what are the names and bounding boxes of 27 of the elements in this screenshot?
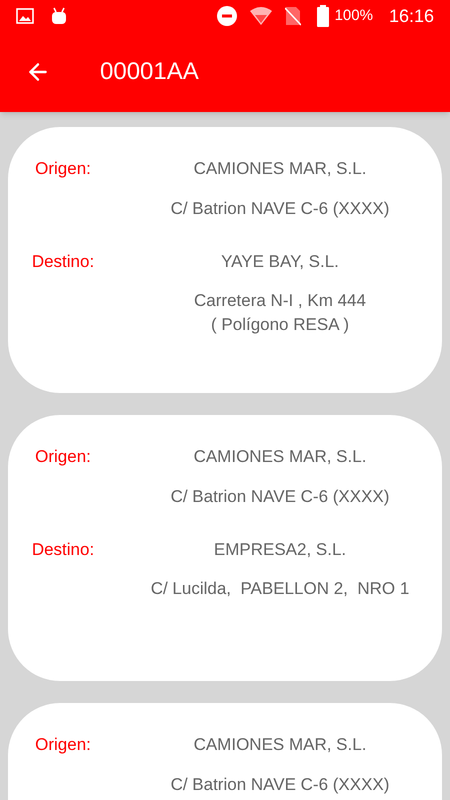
- field-label: Origen:: [34, 734, 92, 756]
- address-text: C/ Batrion NAVE C-6 (XXXX): [170, 774, 390, 796]
- field-label: Destino:: [30, 539, 96, 562]
- clock-time: 16:16: [388, 4, 434, 28]
- battery-percentage: 100%: [334, 6, 373, 26]
- shipment-card[interactable]: Origen: CAMIONES MAR, S.L. C/ Batrion NAVE C-6 (XXXX): [8, 703, 442, 800]
- field-label: Origen:: [34, 446, 92, 468]
- shipment-card[interactable]: Origen: CAMIONES MAR, S.L. C/ Batrion NAVE C-6 (XXXX) Destino: YAYE BAY, S.L. Carretera N-I , Km 444 ( Polígono RESA ): [8, 127, 442, 393]
- shipment-card[interactable]: Origen: CAMIONES MAR, S.L. C/ Batrion NAVE C-6 (XXXX) Destino: EMPRESA2, S.L. C/ Lucilda, PABELLON 2, NRO 1: [8, 415, 442, 681]
- company-name: CAMIONES MAR, S.L.: [192, 446, 368, 468]
- company-name: EMPRESA2, S.L.: [212, 539, 348, 562]
- company-name: YAYE BAY, S.L.: [220, 251, 340, 274]
- address-text: Carretera N-I , Km 444 ( Polígono RESA ): [193, 290, 367, 336]
- image-icon: [16, 8, 34, 24]
- field-label: Destino:: [30, 251, 96, 274]
- wifi-icon: [248, 6, 273, 26]
- battery-icon: [316, 5, 329, 27]
- address-text: C/ Batrion NAVE C-6 (XXXX): [170, 486, 390, 508]
- address-text: C/ Lucilda, PABELLON 2, NRO 1: [150, 578, 410, 600]
- android-icon: [50, 7, 68, 25]
- field-label: Origen:: [34, 158, 92, 180]
- screen-title: 00001AA: [100, 57, 199, 87]
- address-text: C/ Batrion NAVE C-6 (XXXX): [170, 198, 390, 220]
- company-name: CAMIONES MAR, S.L.: [192, 158, 368, 180]
- company-name: CAMIONES MAR, S.L.: [192, 734, 368, 756]
- do-not-disturb-icon: [216, 6, 237, 26]
- no-sim-icon: [284, 6, 301, 26]
